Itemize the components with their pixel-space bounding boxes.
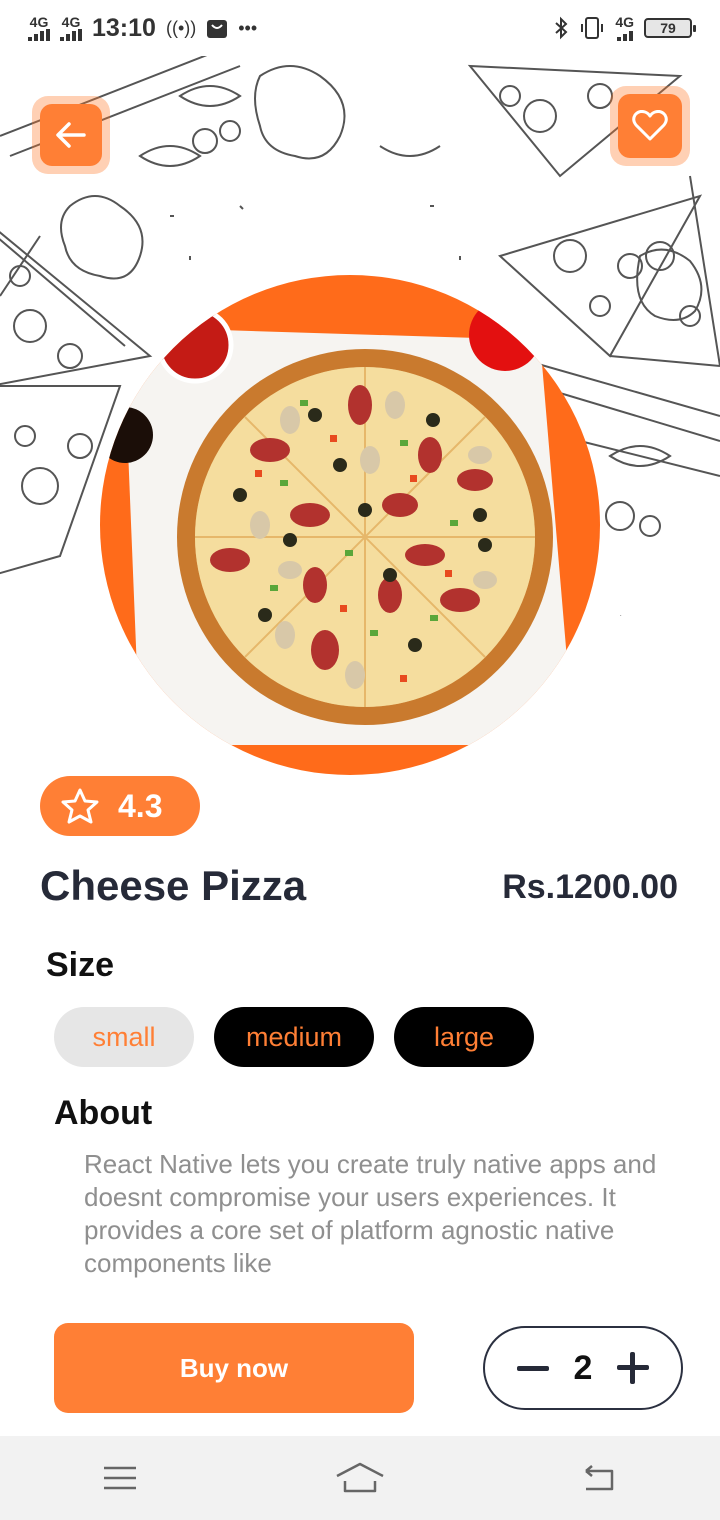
return-icon [585, 1465, 614, 1491]
status-right: 4G 79 [553, 13, 696, 41]
signal-bars-icon [28, 28, 50, 41]
network-type: 4G [29, 13, 49, 30]
network-type: 4G [615, 13, 634, 30]
product-price: Rs.1200.00 [502, 868, 678, 906]
back-button[interactable] [32, 96, 110, 174]
signal-bars-icon [616, 29, 633, 41]
back-nav-button[interactable] [565, 1448, 635, 1508]
quantity-value: 2 [573, 1348, 593, 1387]
network-type: 4G [61, 13, 81, 30]
favorite-button[interactable] [610, 86, 690, 166]
product-image [100, 275, 600, 775]
more-icon: ••• [238, 17, 258, 38]
size-medium-button[interactable]: medium [214, 1007, 374, 1067]
product-name: Cheese Pizza [40, 862, 307, 909]
menu-icon [104, 1466, 136, 1490]
home-icon [336, 1462, 384, 1493]
size-heading: Size [46, 946, 115, 984]
home-nav-button[interactable] [325, 1448, 395, 1508]
increase-quantity-button[interactable] [616, 1352, 649, 1384]
about-heading: About [54, 1094, 153, 1132]
battery-icon: 79 [644, 18, 696, 38]
size-small-button[interactable]: small [54, 1007, 194, 1067]
rating-badge: 4.3 [40, 776, 200, 836]
vibrate-icon [581, 17, 604, 39]
favorite-button-inner[interactable] [618, 94, 682, 158]
status-time: 13:10 [92, 13, 156, 42]
signal-2: 4G [60, 13, 82, 41]
arrow-left-icon [56, 122, 86, 148]
signal-bars-icon [60, 28, 82, 41]
status-bar: 4G 4G 13:10 ((•)) ••• 4G 79 [0, 0, 720, 56]
rating-value: 4.3 [118, 787, 163, 824]
back-button-inner[interactable] [40, 104, 102, 166]
signal-3: 4G [615, 13, 634, 41]
status-left: 4G 4G 13:10 ((•)) ••• [28, 14, 257, 43]
menu-nav-button[interactable] [85, 1448, 155, 1508]
decrease-quantity-button[interactable] [517, 1365, 549, 1371]
system-nav-bar [0, 1436, 720, 1520]
about-description: React Native lets you create truly nativ… [84, 1149, 657, 1278]
size-large-button[interactable]: large [394, 1007, 534, 1067]
quantity-stepper: 2 [483, 1326, 683, 1410]
heart-icon [632, 110, 668, 141]
battery-level: 79 [660, 20, 676, 36]
signal-1: 4G [28, 13, 50, 41]
pizza-image [100, 275, 600, 775]
bag-icon [207, 20, 228, 38]
hotspot-icon: ((•)) [165, 17, 197, 38]
buy-now-button[interactable]: Buy now [54, 1323, 414, 1413]
star-icon [61, 788, 99, 824]
bluetooth-icon [555, 16, 568, 40]
